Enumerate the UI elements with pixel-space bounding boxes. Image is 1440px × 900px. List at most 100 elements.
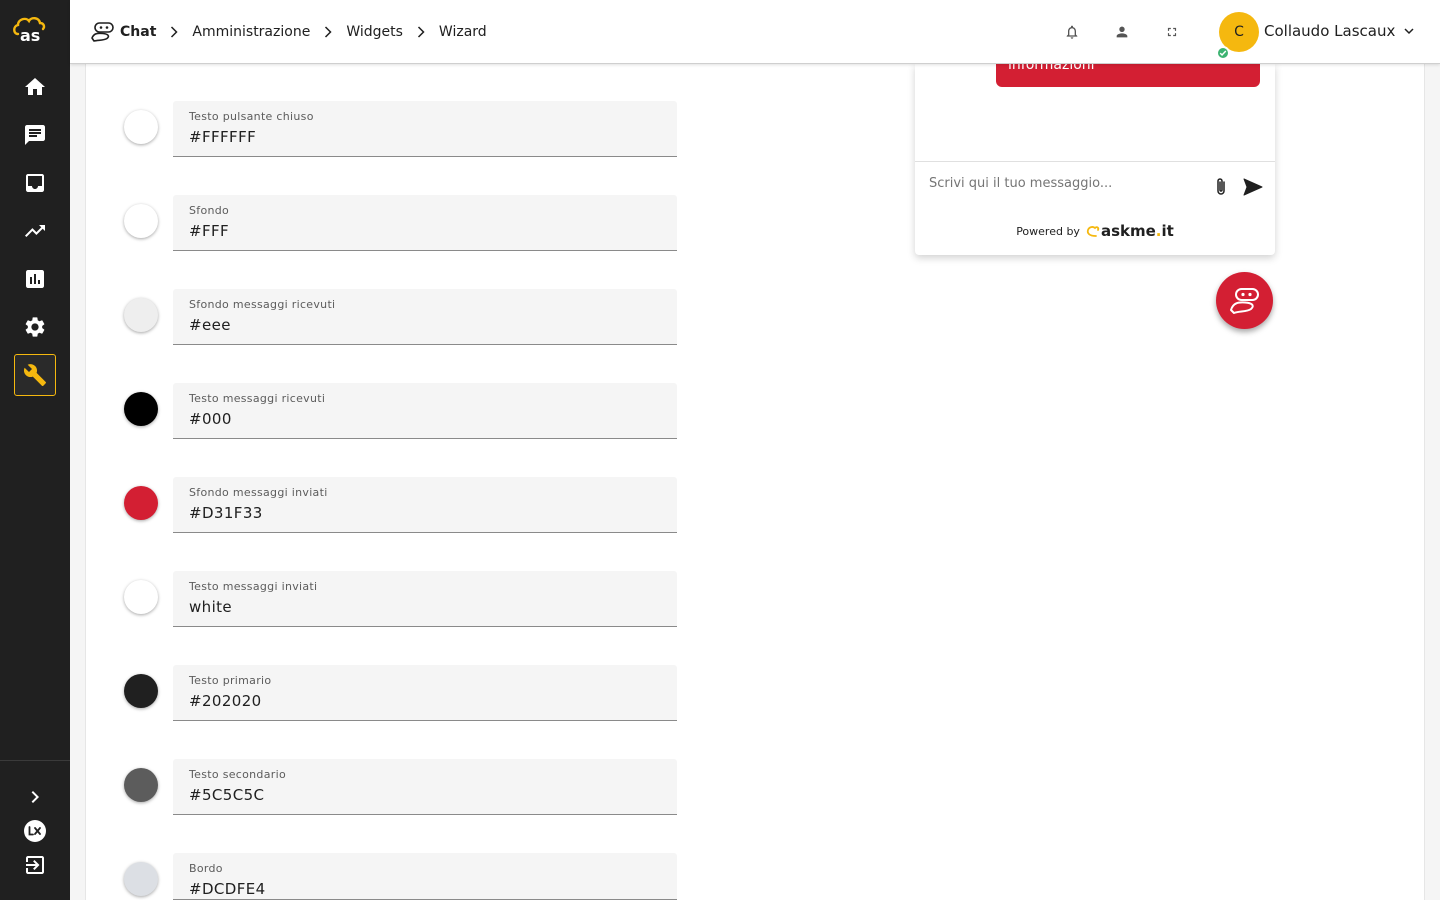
color-field-testo-secondario[interactable]: Testo secondario #5C5C5C bbox=[173, 759, 677, 815]
askme-logo-icon[interactable]: as bbox=[12, 14, 54, 44]
field-label: Bordo bbox=[189, 862, 223, 875]
askme-brand[interactable]: askme. it bbox=[1086, 222, 1174, 240]
send-icon[interactable] bbox=[1243, 178, 1263, 196]
sidebar-item-chat[interactable] bbox=[14, 114, 56, 156]
sidebar-item-reports[interactable] bbox=[14, 258, 56, 300]
chevron-down-icon[interactable] bbox=[1404, 27, 1414, 35]
breadcrumb-wizard: Wizard bbox=[438, 24, 487, 40]
color-field-sfondo[interactable]: Sfondo #FFF bbox=[173, 195, 677, 251]
field-value[interactable]: #202020 bbox=[189, 692, 262, 710]
sidebar-item-tools[interactable] bbox=[14, 354, 56, 396]
chevron-right-icon bbox=[417, 26, 425, 38]
brand-name: askme bbox=[1100, 222, 1156, 240]
notifications-button[interactable] bbox=[1062, 22, 1082, 42]
attach-icon[interactable] bbox=[1213, 177, 1229, 197]
field-value[interactable]: #D31F33 bbox=[189, 504, 263, 522]
gear-icon bbox=[25, 317, 45, 337]
profile-button[interactable] bbox=[1112, 22, 1132, 42]
breadcrumb-chat[interactable]: Chat bbox=[120, 24, 156, 40]
chat-icon bbox=[25, 125, 45, 145]
user-name[interactable]: Collaudo Lascaux bbox=[1264, 22, 1395, 40]
field-label: Sfondo messaggi ricevuti bbox=[189, 298, 336, 311]
color-swatch[interactable] bbox=[124, 204, 158, 238]
color-swatch[interactable] bbox=[124, 580, 158, 614]
brand-tld: it bbox=[1161, 222, 1174, 240]
color-swatch[interactable] bbox=[124, 674, 158, 708]
chat-toggle-button[interactable] bbox=[1216, 272, 1273, 329]
inbox-icon bbox=[26, 174, 44, 192]
sidebar-item-settings[interactable] bbox=[14, 306, 56, 348]
field-value[interactable]: #5C5C5C bbox=[189, 786, 264, 804]
widget-divider bbox=[915, 161, 1275, 162]
color-setting-row: Testo messaggi inviati white bbox=[124, 571, 677, 627]
logout-icon bbox=[26, 856, 44, 874]
field-value[interactable]: #000 bbox=[189, 410, 232, 428]
trending-up-icon bbox=[25, 225, 45, 237]
message-input[interactable] bbox=[929, 176, 1199, 191]
color-field-bordo[interactable]: Bordo #DCDFE4 bbox=[173, 853, 677, 900]
color-swatch[interactable] bbox=[124, 862, 158, 896]
powered-by: Powered by askme. it bbox=[915, 222, 1275, 240]
field-label: Testo secondario bbox=[189, 768, 286, 781]
color-field-testo-primario[interactable]: Testo primario #202020 bbox=[173, 665, 677, 721]
field-label: Sfondo bbox=[189, 204, 230, 217]
wrench-icon bbox=[23, 364, 46, 386]
svg-text:as: as bbox=[20, 26, 40, 44]
lx-icon bbox=[24, 820, 46, 842]
sidebar-item-trends[interactable] bbox=[14, 210, 56, 252]
color-field-testo-messaggi-inviati[interactable]: Testo messaggi inviati white bbox=[173, 571, 677, 627]
field-value[interactable]: #eee bbox=[189, 316, 231, 334]
breadcrumb-amministrazione[interactable]: Amministrazione bbox=[192, 24, 310, 40]
sidebar-item-inbox[interactable] bbox=[14, 162, 56, 204]
field-value[interactable]: #FFF bbox=[189, 222, 229, 240]
top-bar: Chat Amministrazione Widgets Wizard C Co… bbox=[70, 0, 1440, 64]
color-swatch[interactable] bbox=[124, 298, 158, 332]
color-swatch[interactable] bbox=[124, 768, 158, 802]
fullscreen-button[interactable] bbox=[1162, 22, 1182, 42]
field-value[interactable]: white bbox=[189, 598, 232, 616]
field-label: Testo pulsante chiuso bbox=[189, 110, 314, 123]
field-value[interactable]: #FFFFFF bbox=[189, 128, 256, 146]
color-field-sfondo-messaggi-inviati[interactable]: Sfondo messaggi inviati #D31F33 bbox=[173, 477, 677, 533]
field-label: Testo messaggi inviati bbox=[189, 580, 318, 593]
powered-by-label: Powered by bbox=[1016, 224, 1080, 238]
color-field-testo-pulsante-chiuso[interactable]: Testo pulsante chiuso #FFFFFF bbox=[173, 101, 677, 157]
color-setting-row: Sfondo messaggi ricevuti #eee bbox=[124, 289, 677, 345]
sidebar-divider bbox=[0, 760, 70, 761]
chevron-right-icon bbox=[171, 26, 178, 38]
color-setting-row: Sfondo messaggi inviati #D31F33 bbox=[124, 477, 677, 533]
online-status-icon bbox=[1216, 46, 1230, 60]
chatbot-icon bbox=[1229, 287, 1259, 314]
color-setting-row: Testo primario #202020 bbox=[124, 665, 677, 721]
color-field-testo-messaggi-ricevuti[interactable]: Testo messaggi ricevuti #000 bbox=[173, 383, 677, 439]
color-setting-row: Sfondo #FFF bbox=[124, 195, 677, 251]
askme-cloud-icon bbox=[1086, 226, 1100, 237]
bar-chart-icon bbox=[26, 270, 44, 288]
sidebar-item-home[interactable] bbox=[14, 66, 56, 108]
person-icon bbox=[1116, 26, 1128, 38]
color-swatch[interactable] bbox=[124, 392, 158, 426]
bell-icon bbox=[1066, 25, 1078, 39]
home-icon bbox=[25, 78, 45, 95]
color-setting-row: Testo messaggi ricevuti #000 bbox=[124, 383, 677, 439]
color-swatch[interactable] bbox=[124, 486, 158, 520]
chevron-right-icon bbox=[325, 26, 332, 38]
field-value[interactable]: #DCDFE4 bbox=[189, 880, 266, 898]
color-field-sfondo-messaggi-ricevuti[interactable]: Sfondo messaggi ricevuti #eee bbox=[173, 289, 677, 345]
color-setting-row: Bordo #DCDFE4 bbox=[124, 853, 677, 900]
chevron-right-icon bbox=[31, 791, 39, 803]
breadcrumb: Chat Amministrazione Widgets Wizard bbox=[90, 0, 487, 64]
color-swatch[interactable] bbox=[124, 110, 158, 144]
color-setting-row: Testo pulsante chiuso #FFFFFF bbox=[124, 101, 677, 157]
color-setting-row: Testo secondario #5C5C5C bbox=[124, 759, 677, 815]
field-label: Testo messaggi ricevuti bbox=[189, 392, 326, 405]
chat-widget-preview: informazioni Powered by askme.it bbox=[915, 64, 1275, 255]
field-label: Testo primario bbox=[189, 674, 272, 687]
fullscreen-icon bbox=[1167, 27, 1177, 37]
chatbot-icon bbox=[91, 22, 114, 42]
sent-message-bubble: informazioni bbox=[996, 64, 1260, 87]
sidebar-logout-button[interactable] bbox=[14, 844, 56, 886]
breadcrumb-widgets[interactable]: Widgets bbox=[346, 24, 403, 40]
field-label: Sfondo messaggi inviati bbox=[189, 486, 328, 499]
sidebar: as bbox=[0, 0, 70, 900]
